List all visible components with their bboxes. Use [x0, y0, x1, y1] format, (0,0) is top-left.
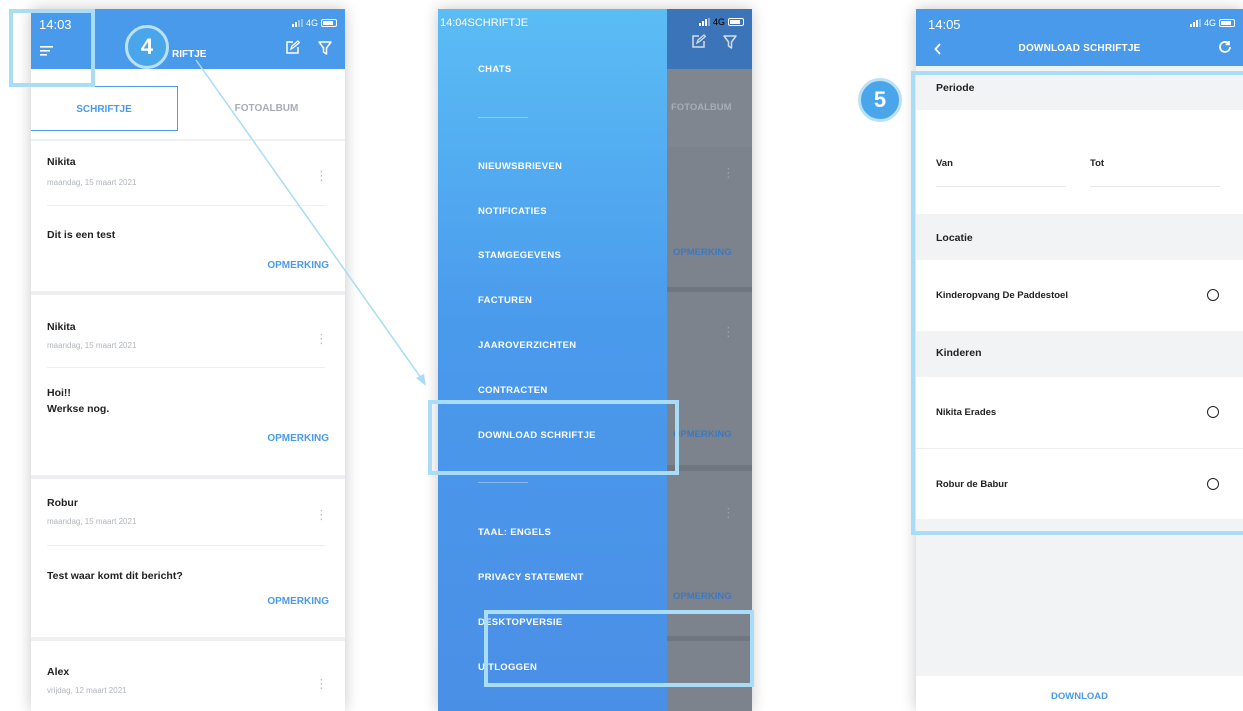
highlight-menu-button [9, 9, 95, 87]
highlight-desktop-uitloggen [484, 610, 754, 687]
step-badge-5: 5 [858, 78, 902, 122]
highlight-download-form [911, 71, 1243, 535]
step-badge-4: 4 [125, 25, 169, 69]
highlight-download-schriftje [428, 400, 679, 475]
